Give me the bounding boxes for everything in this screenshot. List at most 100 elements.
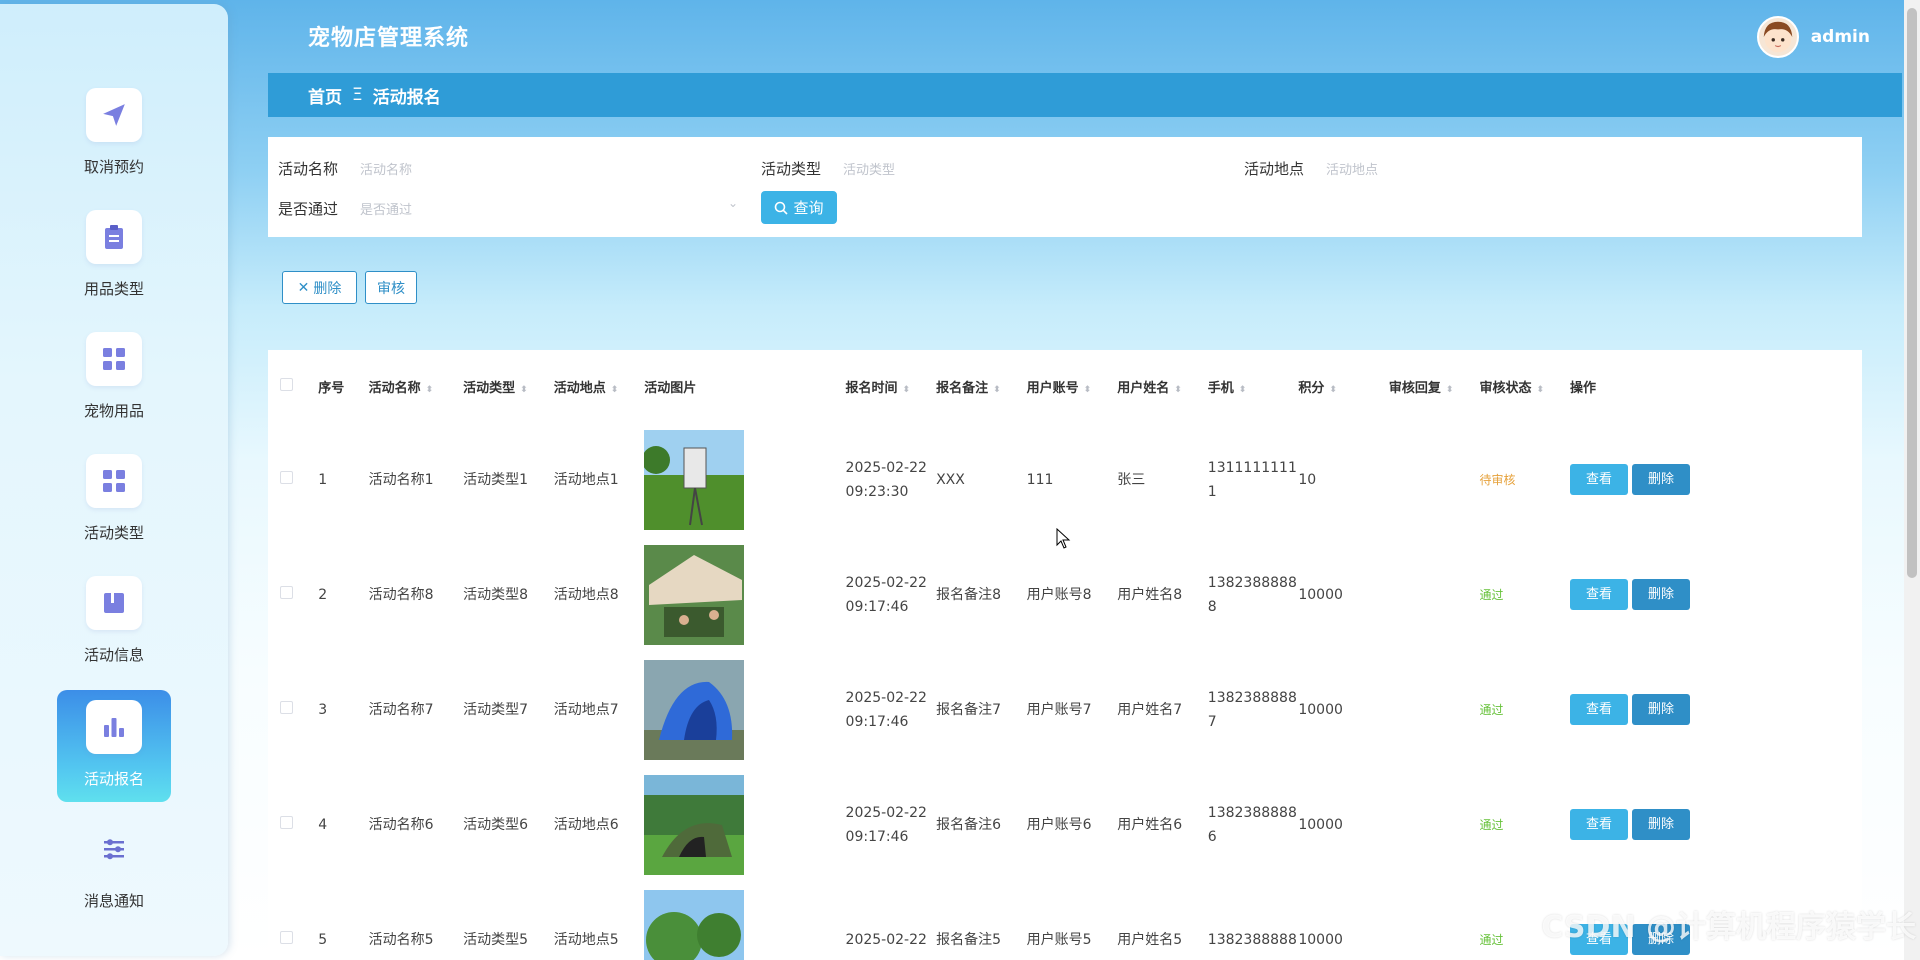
col-header[interactable]: 用户账号 ⬍ [1021, 350, 1112, 422]
sort-icon[interactable]: ⬍ [1536, 385, 1544, 395]
sidebar-item-cancel-booking[interactable]: 取消预约 [57, 78, 171, 190]
cell-points: 10000 [1298, 586, 1343, 603]
watermark: CSDN @计算机程序猿学长 [1541, 910, 1916, 945]
col-header[interactable]: 手机 ⬍ [1202, 350, 1293, 422]
phone-line-1: 1382388888 [1207, 931, 1297, 948]
sort-icon[interactable]: ⬍ [1446, 385, 1454, 395]
cell-status: 通过 [1473, 652, 1564, 767]
cell-user-name: 用户姓名7 [1117, 701, 1183, 718]
phone-line-2: 8 [1207, 598, 1217, 615]
col-header[interactable]: 活动类型 ⬍ [457, 350, 548, 422]
col-header[interactable]: 用户姓名 ⬍ [1111, 350, 1202, 422]
cell-status: 待审核 [1473, 422, 1564, 537]
sort-icon[interactable]: ⬍ [993, 385, 1001, 395]
page-scrollbar[interactable] [1904, 0, 1920, 960]
cell-activity-place: 活动地点6 [553, 816, 619, 833]
signup-date: 2025-02-22 [845, 459, 927, 476]
cell-activity-image[interactable] [638, 767, 839, 882]
sidebar-item-pet-supplies[interactable]: 宠物用品 [57, 322, 171, 434]
sort-icon[interactable]: ⬍ [1329, 385, 1337, 395]
row-checkbox[interactable] [280, 815, 293, 829]
sidebar-item-activity-type[interactable]: 活动类型 [57, 444, 171, 556]
view-button[interactable]: 查看 [1570, 694, 1629, 725]
phone-line-2: 7 [1207, 713, 1217, 730]
col-header[interactable]: 审核回复 ⬍ [1383, 350, 1474, 422]
grid-icon [86, 454, 142, 508]
activity-name-field: 活动名称 活动名称 [278, 158, 748, 179]
view-button[interactable]: 查看 [1570, 809, 1629, 840]
sidebar-item-label: 取消预约 [83, 158, 144, 176]
row-checkbox[interactable] [280, 700, 293, 714]
delete-button[interactable]: 删除 [1632, 464, 1691, 495]
pass-status-select[interactable]: 是否通过 [360, 199, 720, 218]
view-button[interactable]: 查看 [1570, 464, 1629, 495]
delete-button[interactable]: 删除 [1632, 809, 1691, 840]
col-header: 序号 [318, 380, 345, 396]
row-checkbox[interactable] [280, 585, 293, 599]
query-button[interactable]: 查询 [761, 191, 837, 224]
activity-thumbnail[interactable] [644, 889, 839, 960]
sort-icon[interactable]: ⬍ [611, 385, 619, 395]
sort-icon[interactable]: ⬍ [1084, 385, 1092, 395]
cell-points: 10000 [1298, 701, 1343, 718]
activity-name-input[interactable]: 活动名称 [360, 159, 720, 178]
activity-place-input[interactable]: 活动地点 [1326, 159, 1686, 178]
col-header[interactable]: 审核状态 ⬍ [1473, 350, 1564, 422]
activity-type-input[interactable]: 活动类型 [843, 159, 1203, 178]
activity-thumbnail[interactable] [644, 659, 839, 760]
cell-activity-type: 活动类型8 [463, 586, 529, 603]
col-header[interactable]: 报名时间 ⬍ [840, 350, 931, 422]
delete-button[interactable]: 删除 [1632, 579, 1691, 610]
phone-line-1: 1382388888 [1207, 804, 1297, 821]
select-all-checkbox[interactable] [280, 377, 293, 391]
cell-points: 10000 [1298, 931, 1343, 948]
delete-button[interactable]: 删除 [1632, 694, 1691, 725]
status-badge: 通过 [1479, 817, 1504, 832]
sidebar-item-notifications[interactable]: 消息通知 [57, 812, 171, 924]
sidebar-item-activity-signup[interactable]: 活动报名 [57, 690, 171, 802]
cell-activity-place: 活动地点8 [553, 586, 619, 603]
breadcrumb-separator: Ξ [352, 85, 363, 105]
sort-icon[interactable]: ⬍ [520, 385, 528, 395]
sort-icon[interactable]: ⬍ [426, 385, 434, 395]
breadcrumb-home[interactable]: 首页 [308, 83, 342, 108]
col-header[interactable]: 活动名称 ⬍ [363, 350, 458, 422]
sort-icon[interactable]: ⬍ [1174, 385, 1182, 395]
col-header[interactable]: 报名备注 ⬍ [930, 350, 1021, 422]
sort-icon[interactable]: ⬍ [1239, 385, 1247, 395]
cell-activity-image[interactable] [638, 422, 839, 537]
close-icon: ✕ [297, 279, 310, 296]
user-menu[interactable]: admin [1756, 16, 1870, 58]
signup-clock: 09:17:46 [845, 828, 909, 845]
sidebar: 取消预约 用品类型 宠物用品 活动类型 活动信息 活动报名 消息通知 [0, 4, 228, 956]
cell-activity-image[interactable] [638, 882, 839, 960]
cell-activity-image[interactable] [638, 537, 839, 652]
cell-account: 111 [1026, 471, 1054, 488]
row-checkbox[interactable] [280, 470, 293, 484]
cell-activity-place: 活动地点1 [553, 471, 619, 488]
row-checkbox[interactable] [280, 930, 293, 944]
sidebar-item-product-type[interactable]: 用品类型 [57, 200, 171, 312]
sidebar-item-label: 用品类型 [83, 280, 144, 298]
grid-icon [86, 332, 142, 386]
col-header[interactable]: 活动地点 ⬍ [548, 350, 639, 422]
avatar-icon [1756, 16, 1799, 58]
batch-delete-button[interactable]: ✕ 删除 [282, 271, 357, 304]
cell-phone: 1382388888 8 [1202, 537, 1297, 652]
scrollbar-thumb[interactable] [1907, 8, 1917, 578]
chevron-down-icon[interactable]: ⌄ [728, 196, 738, 210]
view-button[interactable]: 查看 [1570, 579, 1629, 610]
breadcrumb-current: 活动报名 [372, 87, 441, 108]
sort-icon[interactable]: ⬍ [903, 385, 911, 395]
activity-name-label: 活动名称 [278, 160, 339, 178]
activity-thumbnail[interactable] [644, 429, 839, 530]
cell-activity-image[interactable] [638, 652, 839, 767]
activity-thumbnail[interactable] [644, 774, 839, 875]
signup-table: 序号 活动名称 ⬍ 活动类型 ⬍ 活动地点 ⬍ 活动图片 报名时间 ⬍ 报名备注 ⬍ 用户… [268, 350, 1862, 960]
send-icon [86, 88, 142, 142]
review-button[interactable]: 审核 [365, 271, 417, 304]
sidebar-item-activity-info[interactable]: 活动信息 [57, 566, 171, 678]
col-header[interactable]: 积分 ⬍ [1292, 350, 1383, 422]
activity-thumbnail[interactable] [644, 544, 839, 645]
sidebar-item-label: 活动信息 [83, 646, 144, 664]
